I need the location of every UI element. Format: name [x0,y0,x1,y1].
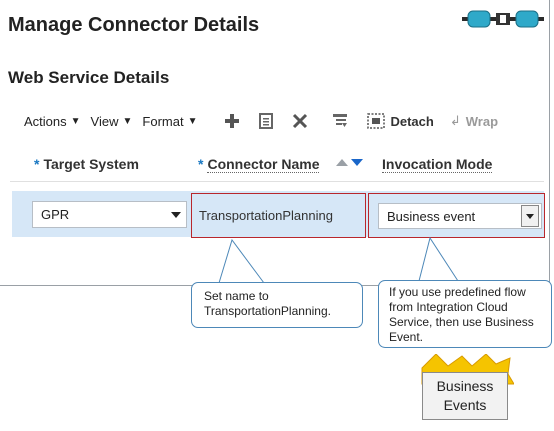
business-events-label: Business Events [422,372,508,420]
business-events-line1: Business [436,378,494,394]
business-events-line2: Events [443,397,487,413]
callout-invocation-mode: If you use predefined flow from Integrat… [378,280,552,348]
callout-connector-name: Set name to TransportationPlanning. [191,282,363,328]
business-events-button[interactable]: Business Events [418,354,514,426]
